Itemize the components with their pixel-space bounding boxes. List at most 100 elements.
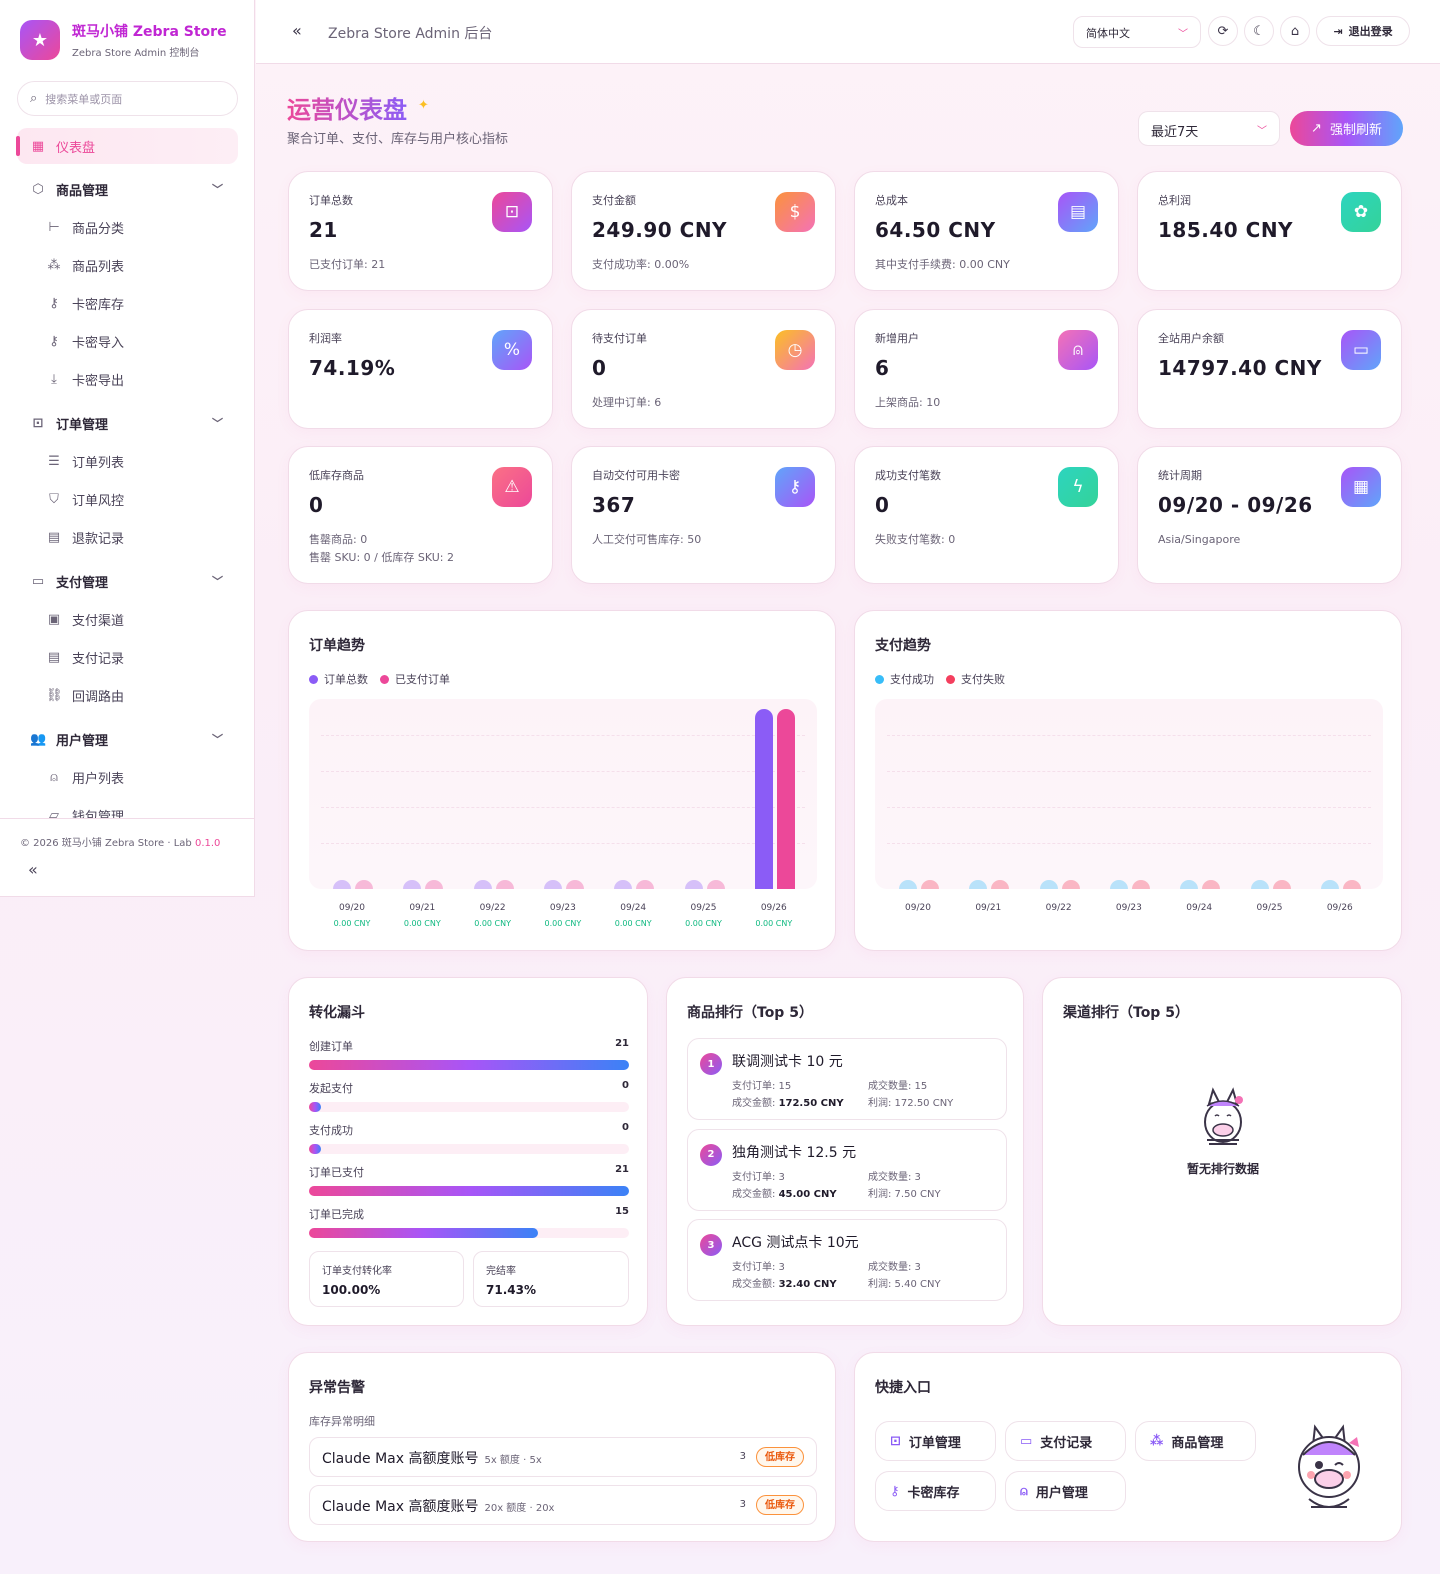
product-rank-item[interactable]: 1 联调测试卡 10 元支付订单: 15 成交数量: 15 成交金额: 172.50 …: [687, 1038, 1007, 1120]
percent-icon: %: [492, 330, 532, 370]
chart-bar[interactable]: [776, 709, 795, 889]
alert-row[interactable]: Claude Max 高额度账号 20x 额度 · 20x 3 低库存: [309, 1485, 817, 1525]
chart-bar[interactable]: [333, 880, 351, 889]
brand[interactable]: ★ 斑马小铺 Zebra Store Zebra Store Admin 控制台: [20, 20, 232, 60]
chart-bar[interactable]: [1109, 880, 1128, 889]
legend-item[interactable]: 订单总数: [309, 671, 368, 687]
stat-value: 0: [309, 493, 324, 517]
sidebar-item-goods-list[interactable]: ⁂ 商品列表: [0, 246, 255, 284]
chart-bar[interactable]: [706, 880, 725, 889]
chart-bar[interactable]: [1320, 880, 1339, 889]
quick-card-stock-button[interactable]: ⚷ 卡密库存: [875, 1471, 996, 1511]
sidebar-item-refund-records[interactable]: ▤ 退款记录: [0, 518, 255, 556]
sidebar-item-goods-category[interactable]: ⊢ 商品分类: [0, 208, 255, 246]
home-icon[interactable]: ⌂: [1280, 16, 1310, 46]
legend-item[interactable]: 支付成功: [875, 671, 934, 687]
chart-bar[interactable]: [754, 709, 773, 889]
chart-bar[interactable]: [1180, 880, 1199, 889]
funnel-row: 订单已完成 15: [309, 1206, 629, 1238]
sidebar-item-pay-channels[interactable]: ▣ 支付渠道: [0, 600, 255, 638]
stat-label: 总利润: [1158, 194, 1191, 207]
chart-bar[interactable]: [543, 880, 562, 889]
funnel-label: 支付成功: [309, 1124, 353, 1137]
chart-bar[interactable]: [614, 880, 633, 889]
quick-goods-manage-button[interactable]: ⁂ 商品管理: [1135, 1421, 1256, 1461]
chart-bar[interactable]: [1202, 880, 1221, 889]
menu-search-input[interactable]: ⌕ 搜索菜单或页面: [17, 81, 238, 116]
chart-bar[interactable]: [1272, 880, 1291, 889]
stat-sub-line: 支付成功率: 0.00%: [592, 258, 690, 271]
stat-label: 自动交付可用卡密: [592, 469, 680, 482]
sidebar-item-callback-route[interactable]: ⛓ 回调路由: [0, 676, 255, 714]
logout-button[interactable]: ⇥ 退出登录: [1316, 16, 1410, 46]
force-refresh-button[interactable]: ↗ 强制刷新: [1290, 111, 1403, 146]
sidebar-group-label: 用户管理: [56, 733, 109, 749]
sidebar-group-payments[interactable]: ▭ 支付管理 ﹀: [0, 562, 255, 600]
sidebar-item-order-risk[interactable]: ⛉ 订单风控: [0, 480, 255, 518]
chart-bar[interactable]: [991, 880, 1010, 889]
chart-bar[interactable]: [565, 880, 584, 889]
sidebar-item-label: 订单列表: [72, 455, 125, 471]
language-value: 简体中文: [1086, 27, 1130, 40]
chart-bar[interactable]: [1131, 880, 1150, 889]
chart-bar[interactable]: [495, 880, 514, 889]
chart-bar[interactable]: [899, 880, 917, 889]
stat-subtext: 售罄商品: 0 售罄 SKU: 0 / 低库存 SKU: 2: [309, 531, 454, 567]
collapse-menu-icon[interactable]: «: [292, 21, 302, 40]
chevron-down-icon: ﹀: [1178, 29, 1188, 40]
chart-bar[interactable]: [425, 880, 444, 889]
sidebar-item-card-export[interactable]: ⤓ 卡密导出: [0, 360, 255, 398]
sidebar-item-user-list[interactable]: ⍝ 用户列表: [0, 758, 255, 796]
alert-row[interactable]: Claude Max 高额度账号 5x 额度 · 5x 3 低库存: [309, 1437, 817, 1477]
collapse-sidebar-icon[interactable]: «: [28, 860, 38, 879]
quick-order-manage-button[interactable]: ⊡ 订单管理: [875, 1421, 996, 1461]
sidebar-item-dashboard[interactable]: ▦ 仪表盘: [16, 128, 238, 164]
legend-item[interactable]: 已支付订单: [380, 671, 450, 687]
x-tick-label: 09/23: [1115, 903, 1142, 913]
sidebar-group-users[interactable]: 👥 用户管理 ﹀: [0, 720, 255, 758]
sidebar-item-label: 卡密库存: [72, 297, 125, 313]
language-select[interactable]: 简体中文 ﹀: [1073, 16, 1201, 48]
stat-label: 成功支付笔数: [875, 469, 941, 482]
chart-bar[interactable]: [684, 880, 703, 889]
chart-bar[interactable]: [1061, 880, 1080, 889]
chart-bar[interactable]: [636, 880, 655, 889]
period-select[interactable]: 最近7天 ﹀: [1138, 111, 1280, 146]
sidebar-group-goods[interactable]: ⬡ 商品管理 ﹀: [0, 170, 255, 208]
legend-dot: [380, 674, 389, 684]
gridline: [887, 807, 1371, 808]
x-amount-label: 0.00 CNY: [474, 919, 511, 928]
moon-icon[interactable]: ☾: [1244, 16, 1274, 46]
sidebar-item-pay-records[interactable]: ▤ 支付记录: [0, 638, 255, 676]
chart-bar[interactable]: [1342, 880, 1361, 889]
stat-card: 低库存商品 0 售罄商品: 0 售罄 SKU: 0 / 低库存 SKU: 2 ⚠: [288, 446, 553, 584]
legend-item[interactable]: 支付失败: [946, 671, 1005, 687]
chart-bar[interactable]: [355, 880, 373, 889]
sidebar-item-order-list[interactable]: ☰ 订单列表: [0, 442, 255, 480]
product-rank-item[interactable]: 2 独角测试卡 12.5 元支付订单: 3 成交数量: 3 成交金额: 45.00 C…: [687, 1128, 1007, 1211]
sidebar-item-wallet-manage[interactable]: ▱ 钱包管理: [0, 796, 255, 819]
sidebar-footer: © 2026 斑马小铺 Zebra Store · Lab 0.1.0: [0, 818, 255, 849]
product-rank-item[interactable]: 3 ACG 测试点卡 10元 支付订单: 3 成交数量: 3 成交金额: 32.40 C…: [687, 1219, 1007, 1301]
chart-bar[interactable]: [1250, 880, 1269, 889]
sidebar-item-card-import[interactable]: ⚷ 卡密导入: [0, 322, 255, 360]
rank-badge: 1: [700, 1053, 722, 1075]
chart-bar[interactable]: [403, 880, 422, 889]
legend-dot: [946, 674, 955, 684]
chart-bar[interactable]: [921, 880, 939, 889]
funnel-fill: [309, 1228, 538, 1238]
sidebar-item-card-stock[interactable]: ⚷ 卡密库存: [0, 284, 255, 322]
quick-user-manage-button[interactable]: ⍝ 用户管理: [1005, 1471, 1126, 1511]
chart-bar[interactable]: [473, 880, 492, 889]
stat-subtext: 处理中订单: 6: [592, 394, 661, 412]
sidebar-group-orders[interactable]: ⊡ 订单管理 ﹀: [0, 404, 255, 442]
chart-bar[interactable]: [969, 880, 988, 889]
pay-trend-card: 支付趋势 支付成功 支付失败 09/20 09/21 09/22 09/23 09/24…: [854, 610, 1402, 951]
refresh-icon[interactable]: ⟳: [1208, 16, 1238, 46]
quick-pay-records-button[interactable]: ▭ 支付记录: [1005, 1421, 1126, 1461]
chart-bar[interactable]: [1039, 880, 1058, 889]
boxes-icon: ⁂: [47, 257, 61, 273]
stat-label: 新增用户: [875, 332, 919, 345]
wallet-icon: ▭: [1341, 330, 1381, 370]
product-rank-title: 商品排行（Top 5）: [687, 1005, 813, 1021]
